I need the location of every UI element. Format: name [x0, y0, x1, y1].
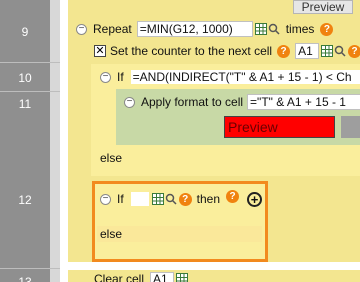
repeat-count-field[interactable]: =MIN(G12, 1000)	[136, 21, 253, 37]
collapse-icon[interactable]: −	[124, 96, 135, 108]
collapse-icon[interactable]: −	[100, 71, 111, 83]
clear-cell-field[interactable]: A1	[150, 272, 175, 282]
counter-row: ✕ Set the counter to the next cell ? A1 …	[94, 43, 360, 59]
line-number: 11	[18, 97, 32, 111]
preview-button-top[interactable]: Preview	[293, 0, 353, 14]
cell-picker-icon[interactable]	[176, 273, 189, 282]
repeat-suffix: times	[285, 22, 315, 36]
if-keyword: If	[117, 70, 124, 84]
apply-format-row: − Apply format to cell ="T" & A1 + 15 - …	[124, 94, 360, 110]
line-number: 10	[18, 71, 32, 85]
counter-cell-field[interactable]: A1	[295, 43, 320, 59]
cell-picker-icon[interactable]	[254, 23, 267, 35]
gutter-separator	[50, 0, 60, 282]
line-number: 12	[18, 193, 32, 207]
format-preview[interactable]: Preview	[224, 116, 335, 138]
counter-label: Set the counter to the next cell	[110, 44, 273, 58]
help-icon[interactable]: ?	[277, 44, 291, 58]
line-number-gutter	[0, 0, 50, 282]
counter-checkbox[interactable]: ✕	[94, 45, 106, 57]
else-label: else	[100, 151, 123, 165]
clear-cell-row: Clear cell A1	[94, 272, 189, 282]
format-button[interactable]	[341, 116, 360, 138]
line-divider	[0, 62, 60, 63]
line-number: 9	[21, 25, 29, 39]
selection-highlight	[92, 181, 268, 262]
repeat-row: − Repeat =MIN(G12, 1000) times ?	[76, 21, 334, 37]
apply-format-label: Apply format to cell	[141, 95, 244, 109]
repeat-keyword: Repeat	[93, 22, 132, 36]
cell-picker-icon[interactable]	[321, 45, 334, 57]
line-divider	[0, 91, 60, 92]
if-condition-field[interactable]: =AND(INDIRECT("T" & A1 + 15 - 1) < Ch	[129, 69, 360, 85]
clear-cell-label: Clear cell	[94, 272, 145, 282]
line-divider	[0, 268, 60, 269]
search-icon[interactable]	[268, 23, 280, 35]
help-icon[interactable]: ?	[348, 44, 360, 58]
if-row: − If =AND(INDIRECT("T" & A1 + 15 - 1) < …	[100, 69, 360, 85]
apply-format-cell-field[interactable]: ="T" & A1 + 15 - 1	[247, 94, 360, 110]
collapse-icon[interactable]: −	[76, 23, 87, 35]
search-icon[interactable]	[334, 45, 346, 57]
line-number: 13	[18, 275, 32, 282]
help-icon[interactable]: ?	[320, 22, 334, 36]
